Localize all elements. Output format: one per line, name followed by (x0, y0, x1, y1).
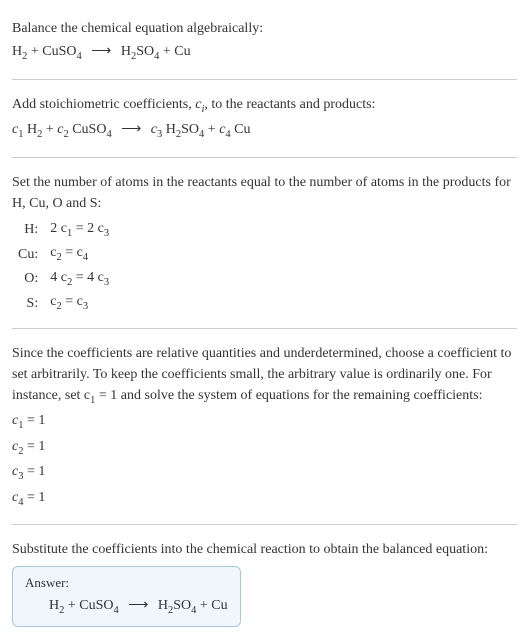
intro-section: Balance the chemical equation algebraica… (12, 8, 517, 75)
reactant-h2: H2 (12, 44, 27, 59)
table-row: O: 4 c2 = 4 c3 (12, 267, 115, 291)
list-item: c4 = 1 (12, 487, 517, 511)
intro-equation: H2 + CuSO4 ⟶ H2SO4 + Cu (12, 41, 517, 65)
answer-equation: H2 + CuSO4 ⟶ H2SO4 + Cu (25, 597, 228, 616)
step3-section: Since the coefficients are relative quan… (12, 333, 517, 521)
plus: + (27, 44, 42, 59)
step1-equation: c1 H2 + c2 CuSO4 ⟶ c3 H2SO4 + c4 Cu (12, 119, 517, 143)
list-item: c3 = 1 (12, 461, 517, 485)
equation-cell: 2 c1 = 2 c3 (44, 218, 115, 242)
step3-text: Since the coefficients are relative quan… (12, 343, 517, 409)
step4-text: Substitute the coefficients into the che… (12, 539, 517, 560)
list-item: c2 = 1 (12, 436, 517, 460)
step4-section: Substitute the coefficients into the che… (12, 529, 517, 635)
equation-cell: c2 = c3 (44, 291, 115, 315)
element-label: Cu: (12, 242, 44, 266)
table-row: Cu: c2 = c4 (12, 242, 115, 266)
element-label: H: (12, 218, 44, 242)
divider (12, 79, 517, 80)
step1-text: Add stoichiometric coefficients, ci, to … (12, 94, 517, 118)
element-label: S: (12, 291, 44, 315)
arrow-icon: ⟶ (91, 41, 111, 62)
list-item: c1 = 1 (12, 410, 517, 434)
atom-balance-table: H: 2 c1 = 2 c3 Cu: c2 = c4 O: 4 c2 = 4 c… (12, 218, 115, 316)
intro-line1: Balance the chemical equation algebraica… (12, 18, 517, 39)
equation-cell: c2 = c4 (44, 242, 115, 266)
divider (12, 328, 517, 329)
equation-cell: 4 c2 = 4 c3 (44, 267, 115, 291)
step1-section: Add stoichiometric coefficients, ci, to … (12, 84, 517, 153)
step2-section: Set the number of atoms in the reactants… (12, 162, 517, 324)
reactant-cuso4: CuSO4 (42, 44, 81, 59)
step2-text: Set the number of atoms in the reactants… (12, 172, 517, 214)
table-row: H: 2 c1 = 2 c3 (12, 218, 115, 242)
product-h2so4: H2SO4 (121, 44, 160, 59)
product-cu: Cu (174, 44, 190, 59)
solution-list: c1 = 1 c2 = 1 c3 = 1 c4 = 1 (12, 410, 517, 510)
plus: + (159, 44, 174, 59)
answer-label: Answer: (25, 575, 228, 591)
divider (12, 524, 517, 525)
arrow-icon: ⟶ (128, 597, 148, 614)
divider (12, 157, 517, 158)
element-label: O: (12, 267, 44, 291)
arrow-icon: ⟶ (121, 119, 141, 140)
table-row: S: c2 = c3 (12, 291, 115, 315)
answer-box: Answer: H2 + CuSO4 ⟶ H2SO4 + Cu (12, 566, 241, 627)
